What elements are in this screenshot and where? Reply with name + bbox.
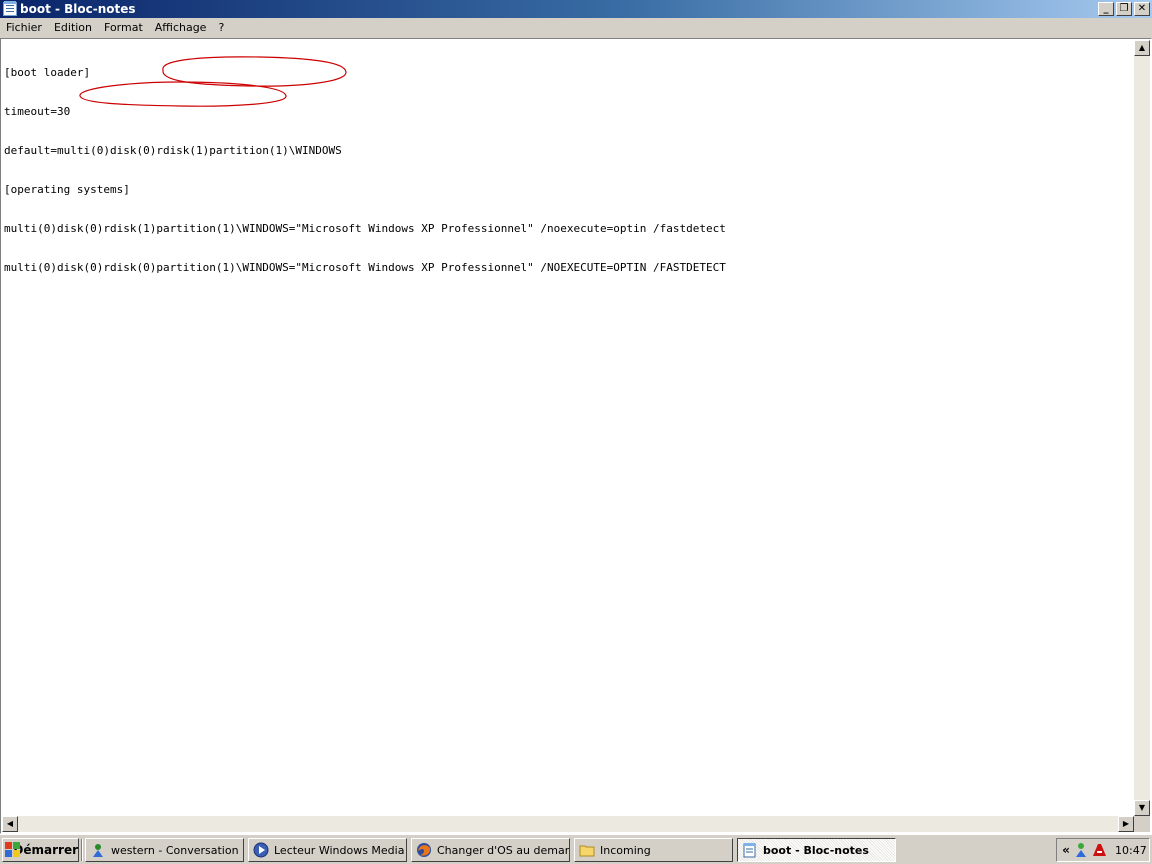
network-user-icon[interactable] [1074, 842, 1090, 858]
text-line: multi(0)disk(0)rdisk(1)partition(1)\WIND… [4, 222, 726, 235]
menu-affichage[interactable]: Affichage [149, 18, 213, 38]
size-grip [1134, 816, 1150, 832]
scroll-left-button[interactable]: ◀ [2, 816, 18, 832]
windows-logo-icon [5, 842, 20, 858]
text-editor[interactable]: [boot loader] timeout=30 default=multi(0… [0, 38, 1152, 834]
scroll-up-button[interactable]: ▲ [1134, 40, 1150, 56]
notepad-icon [742, 842, 758, 858]
restore-button[interactable]: ❐ [1116, 2, 1132, 16]
task-label: Changer d'OS au demarr... [437, 843, 570, 857]
task-label: boot - Bloc-notes [763, 843, 869, 857]
title-bar[interactable]: boot - Bloc-notes _ ❐ ✕ [0, 0, 1152, 18]
start-label: Démarrer [13, 843, 78, 857]
vertical-scrollbar[interactable]: ▲ ▼ [1134, 40, 1150, 816]
clock[interactable]: 10:47 [1115, 844, 1147, 857]
menu-edition[interactable]: Edition [48, 18, 98, 38]
firefox-icon [416, 842, 432, 858]
task-label: Lecteur Windows Media [274, 843, 405, 857]
notepad-icon [3, 1, 17, 16]
messenger-icon [90, 842, 106, 858]
window-title: boot - Bloc-notes [20, 2, 136, 16]
menu-fichier[interactable]: Fichier [0, 18, 48, 38]
antivirus-icon[interactable] [1092, 842, 1108, 858]
task-label: Incoming [600, 843, 651, 857]
media-player-icon [253, 842, 269, 858]
tray-expand-button[interactable]: « [1059, 843, 1073, 857]
text-line: multi(0)disk(0)rdisk(0)partition(1)\WIND… [4, 261, 726, 274]
task-notepad[interactable]: boot - Bloc-notes [737, 838, 896, 862]
text-line: default=multi(0)disk(0)rdisk(1)partition… [4, 144, 342, 157]
scroll-down-button[interactable]: ▼ [1134, 800, 1150, 816]
task-western-conversation[interactable]: western - Conversation [85, 838, 244, 862]
task-label: western - Conversation [111, 843, 239, 857]
folder-icon [579, 842, 595, 858]
menu-help[interactable]: ? [212, 18, 230, 38]
taskbar: Démarrer western - Conversation Lecteur … [0, 834, 1152, 864]
text-line: [operating systems] [4, 183, 130, 196]
text-line: [boot loader] [4, 66, 91, 79]
text-content[interactable]: [boot loader] timeout=30 default=multi(0… [3, 40, 1133, 815]
minimize-button[interactable]: _ [1098, 2, 1114, 16]
task-media-player[interactable]: Lecteur Windows Media [248, 838, 407, 862]
system-tray: « 10:47 [1056, 838, 1150, 862]
text-line: timeout=30 [4, 105, 71, 118]
window-controls: _ ❐ ✕ [1096, 2, 1150, 16]
start-button[interactable]: Démarrer [2, 838, 79, 862]
taskbar-separator [81, 839, 83, 861]
task-firefox[interactable]: Changer d'OS au demarr... [411, 838, 570, 862]
task-incoming-folder[interactable]: Incoming [574, 838, 733, 862]
close-button[interactable]: ✕ [1134, 2, 1150, 16]
menu-format[interactable]: Format [98, 18, 149, 38]
horizontal-scrollbar[interactable]: ◀ ▶ [2, 816, 1134, 832]
menu-bar: Fichier Edition Format Affichage ? [0, 18, 1152, 38]
scroll-right-button[interactable]: ▶ [1118, 816, 1134, 832]
